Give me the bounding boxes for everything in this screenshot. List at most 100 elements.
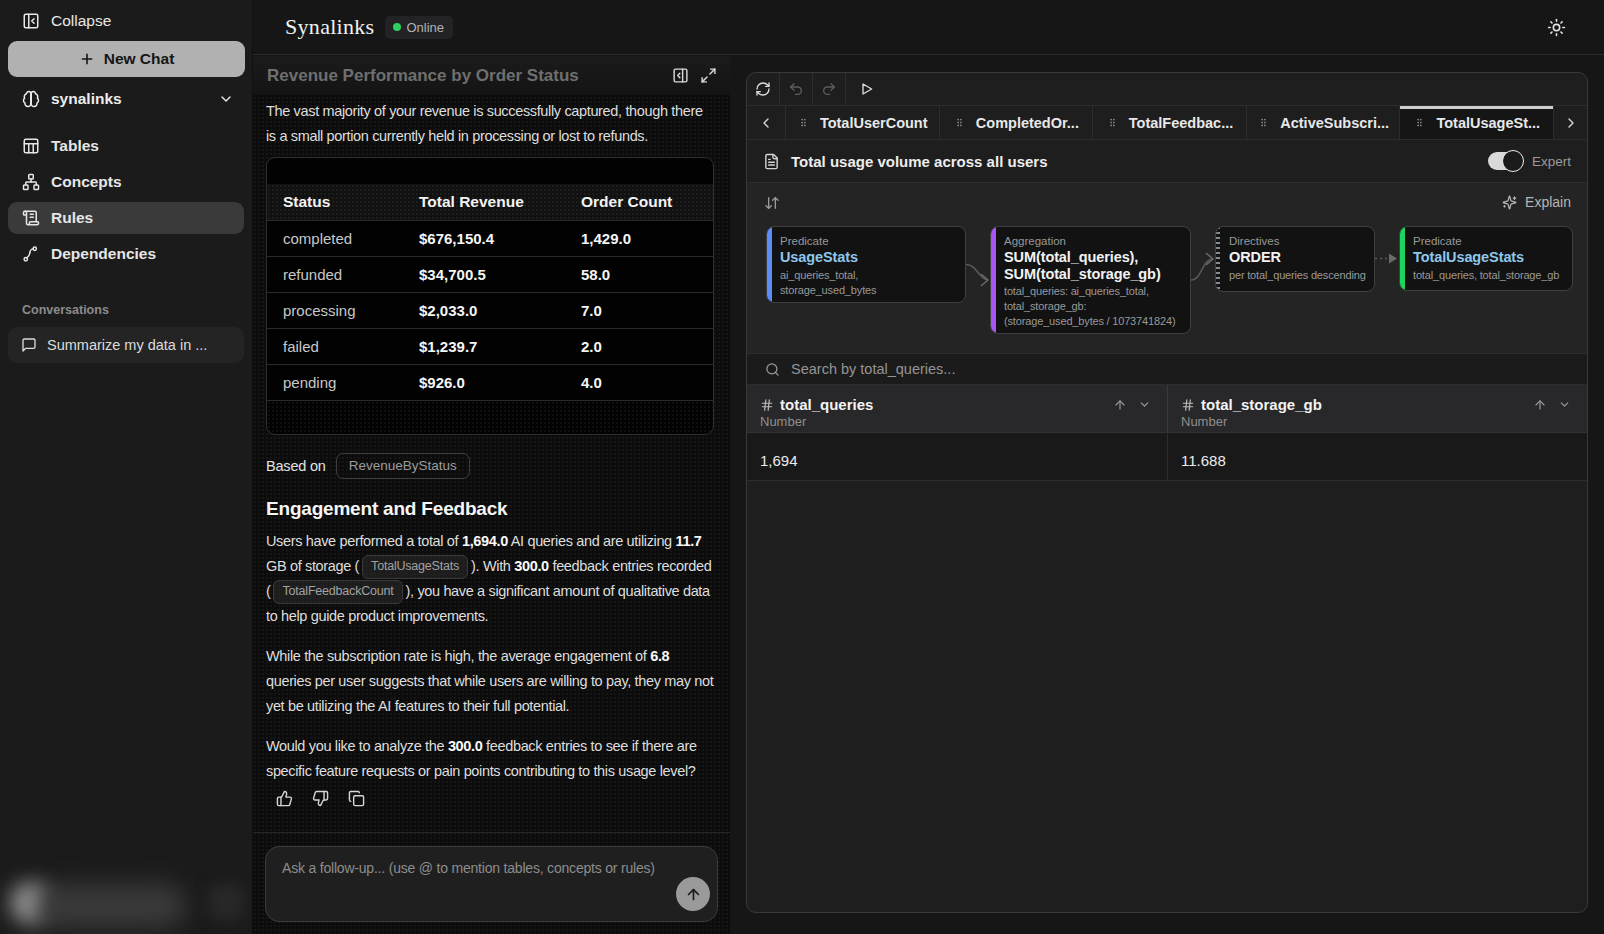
- chevron-left-icon: [758, 115, 774, 131]
- tab-label: CompletedOr...: [976, 115, 1079, 131]
- cell-revenue: $34,700.5: [419, 266, 581, 283]
- chevron-down-icon: [1558, 398, 1571, 411]
- column-total-storage-gb[interactable]: total_storage_gb Number: [1168, 385, 1587, 432]
- online-dot: [393, 23, 401, 31]
- cell-revenue: $1,239.7: [419, 338, 581, 355]
- column-menu-button[interactable]: [1558, 398, 1571, 411]
- column-header: Order Count: [581, 193, 713, 211]
- collapse-chat-button[interactable]: [672, 67, 689, 84]
- sidebar-item-tables[interactable]: Tables: [8, 130, 244, 162]
- cell-status: completed: [267, 230, 419, 247]
- thumbs-up-button[interactable]: [276, 790, 293, 807]
- redo-button[interactable]: [813, 73, 846, 105]
- grip-icon: [1413, 116, 1426, 129]
- copy-icon: [348, 790, 365, 807]
- tab-completedorders[interactable]: CompletedOr...: [940, 106, 1094, 139]
- node-title: TotalUsageStats: [1413, 249, 1566, 266]
- rule-workbench: TotalUserCount CompletedOr... TotalFeedb…: [746, 72, 1588, 913]
- column-total-queries[interactable]: total_queries Number: [747, 385, 1168, 432]
- node-aggregation[interactable]: Aggregation SUM(total_queries), SUM(tota…: [990, 226, 1191, 334]
- conversations-heading: Conversations: [22, 303, 244, 317]
- chat-input-box: [265, 846, 718, 922]
- cell-status: refunded: [267, 266, 419, 283]
- grip-icon: [797, 116, 810, 129]
- table-row: processing $2,033.0 7.0: [267, 292, 713, 328]
- node-totalusagestats[interactable]: Predicate TotalUsageStats total_queries,…: [1399, 226, 1573, 291]
- sun-icon: [1547, 18, 1566, 37]
- run-button[interactable]: [846, 73, 888, 105]
- node-usagestats[interactable]: Predicate UsageStats ai_queries_total, s…: [766, 226, 966, 303]
- cell-count: 58.0: [581, 266, 713, 283]
- cell-status: processing: [267, 302, 419, 319]
- cell-status: failed: [267, 338, 419, 355]
- copy-button[interactable]: [348, 790, 365, 807]
- tab-totalfeedback[interactable]: TotalFeedbac...: [1093, 106, 1247, 139]
- chat-messages: The vast majority of your revenue is suc…: [253, 95, 730, 832]
- tab-totalusagestats[interactable]: TotalUsageSt...: [1400, 106, 1554, 139]
- search-input[interactable]: [791, 361, 1569, 377]
- tab-activesubscriptions[interactable]: ActiveSubscri...: [1247, 106, 1401, 139]
- cell-count: 1,429.0: [581, 230, 713, 247]
- sidebar-item-concepts[interactable]: Concepts: [8, 166, 244, 198]
- thumbs-down-button[interactable]: [312, 790, 329, 807]
- node-accent: [1216, 227, 1220, 291]
- node-detail: ai_queries_total, storage_used_bytes: [780, 268, 900, 298]
- node-accent: [1400, 227, 1405, 290]
- arrow-up-icon: [1113, 398, 1127, 412]
- arrow-up-icon: [1533, 398, 1547, 412]
- redo-icon: [821, 81, 837, 97]
- send-button[interactable]: [676, 877, 710, 911]
- expert-toggle[interactable]: [1488, 152, 1522, 170]
- node-accent: [991, 227, 996, 333]
- new-chat-button[interactable]: New Chat: [8, 41, 245, 77]
- rule-chip-revenuebystatus[interactable]: RevenueByStatus: [336, 453, 470, 479]
- rule-description: Total usage volume across all users: [791, 153, 1488, 170]
- tab-totalusercount[interactable]: TotalUserCount: [786, 106, 940, 139]
- undo-button[interactable]: [780, 73, 813, 105]
- tab-label: TotalUsageSt...: [1436, 115, 1540, 131]
- expand-chat-button[interactable]: [700, 67, 717, 84]
- sort-column-button[interactable]: [1533, 398, 1547, 412]
- app-title: Synalinks: [285, 14, 375, 40]
- sidebar-item-rules[interactable]: Rules: [8, 202, 244, 234]
- arrow-up-icon: [685, 886, 702, 903]
- sidebar-item-label: Tables: [51, 137, 99, 155]
- column-menu-button[interactable]: [1138, 398, 1151, 411]
- tabs-scroll-right-button[interactable]: [1554, 106, 1587, 139]
- plus-icon: [79, 51, 95, 67]
- panel-collapse-icon: [672, 67, 689, 84]
- refresh-icon: [755, 81, 771, 97]
- cell-count: 7.0: [581, 302, 713, 319]
- node-kind: Predicate: [1413, 234, 1566, 248]
- table-icon: [22, 137, 40, 155]
- chat-input[interactable]: [266, 847, 717, 921]
- conversation-title: Summarize my data in ...: [47, 337, 207, 353]
- user-menu-blur: [208, 884, 244, 920]
- theme-toggle-button[interactable]: [1547, 18, 1566, 37]
- panel-left-icon: [22, 12, 40, 30]
- node-directives[interactable]: Directives ORDER per total_queries desce…: [1215, 226, 1375, 292]
- collapse-button[interactable]: Collapse: [8, 8, 244, 32]
- rule-chip-totalfeedbackcount[interactable]: TotalFeedbackCount: [273, 580, 402, 604]
- column-name: total_storage_gb: [1201, 396, 1527, 413]
- conversation-item[interactable]: Summarize my data in ...: [8, 327, 244, 363]
- sidebar-item-dependencies[interactable]: Dependencies: [8, 238, 244, 270]
- workspace-selector[interactable]: synalinks: [8, 81, 244, 117]
- table-row: completed $676,150.4 1,429.0: [267, 220, 713, 256]
- tabs-scroll-left-button[interactable]: [747, 106, 786, 139]
- play-icon: [859, 81, 875, 97]
- cell-count: 4.0: [581, 374, 713, 391]
- rule-chip-totalusagestats[interactable]: TotalUsageStats: [362, 555, 468, 579]
- expert-label: Expert: [1532, 154, 1571, 169]
- sort-column-button[interactable]: [1113, 398, 1127, 412]
- chat-panel: Revenue Performance by Order Status The …: [253, 56, 730, 934]
- message-actions: [276, 790, 714, 807]
- refresh-button[interactable]: [747, 73, 780, 105]
- status-text: Online: [407, 20, 445, 35]
- cell-total-queries: 1,694: [747, 433, 1168, 480]
- sidebar-item-label: Concepts: [51, 173, 122, 191]
- user-account-blurred[interactable]: [0, 854, 253, 934]
- cell-revenue: $926.0: [419, 374, 581, 391]
- table-row: refunded $34,700.5 58.0: [267, 256, 713, 292]
- revenue-table: Status Total Revenue Order Count complet…: [266, 157, 714, 435]
